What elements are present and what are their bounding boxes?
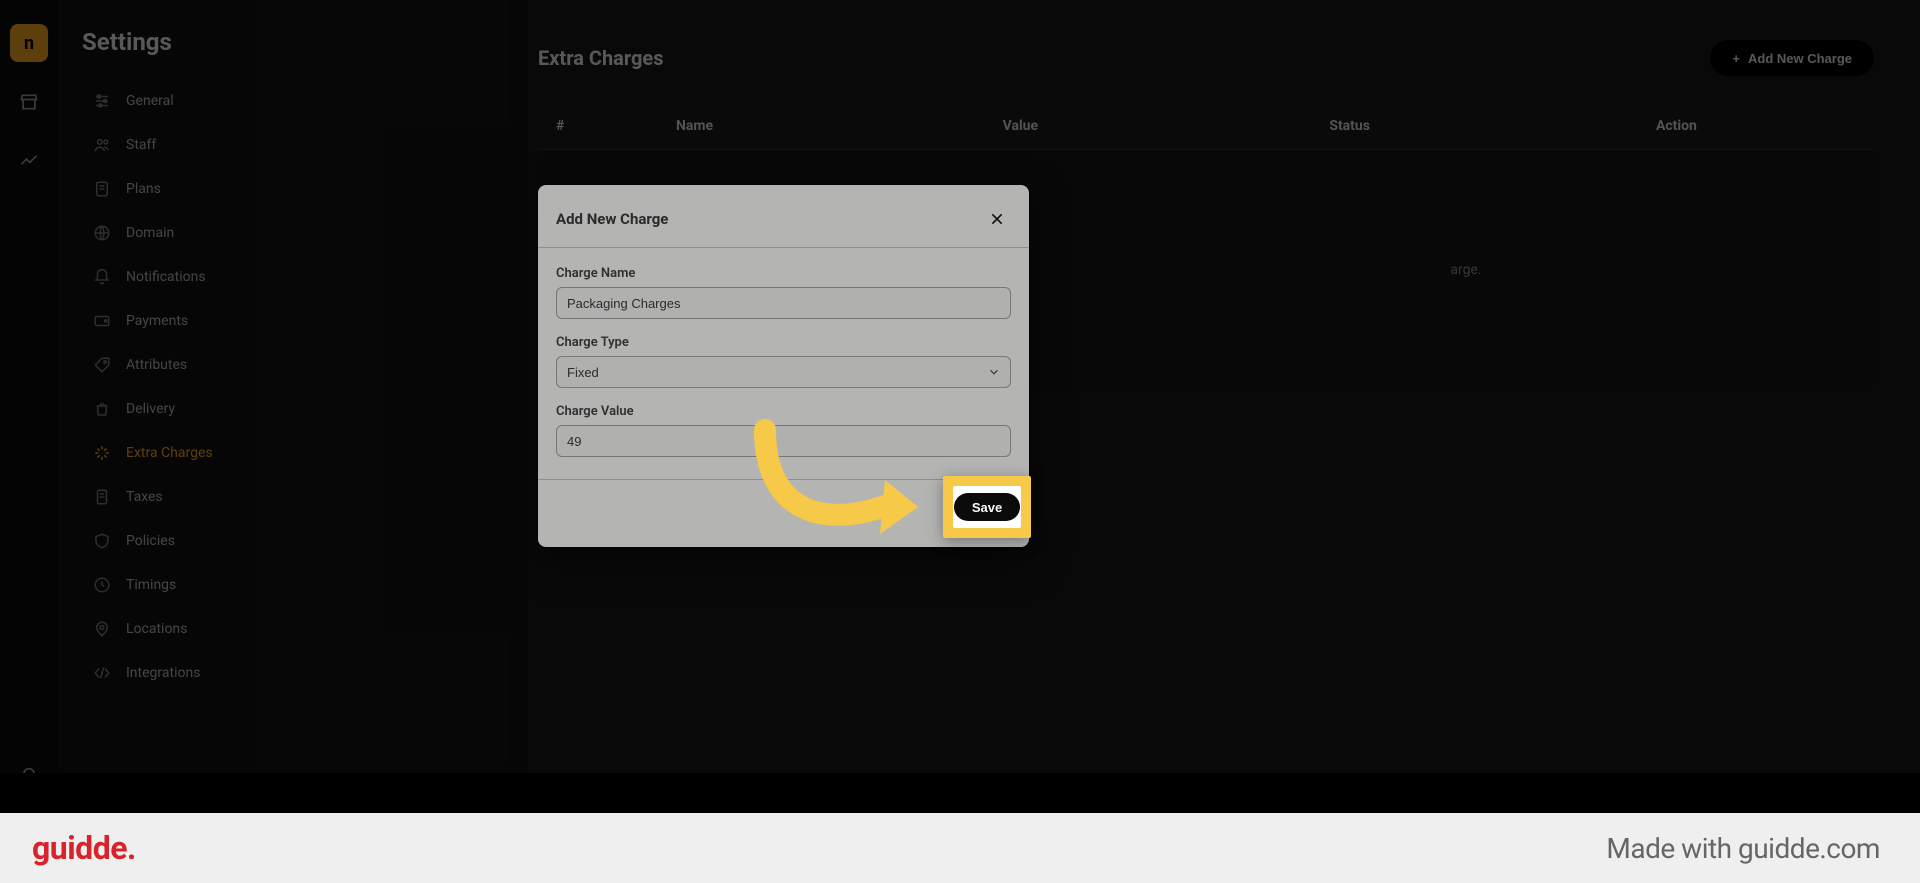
modal-header: Add New Charge (538, 185, 1029, 248)
charge-name-input[interactable] (556, 287, 1011, 319)
field-charge-name: Charge Name (556, 266, 1011, 319)
branding-bar: guidde. Made with guidde.com (0, 813, 1920, 883)
guidde-tagline: Made with guidde.com (1606, 832, 1880, 865)
guidde-logo: guidde. (32, 829, 136, 867)
charge-name-label: Charge Name (556, 266, 1011, 281)
highlight-inner: Save (953, 486, 1021, 528)
bottom-black-strip (0, 773, 1920, 813)
charge-type-value[interactable] (556, 356, 1011, 388)
field-charge-type: Charge Type (556, 335, 1011, 388)
save-button[interactable]: Save (954, 493, 1020, 521)
charge-type-label: Charge Type (556, 335, 1011, 350)
tutorial-arrow (740, 410, 940, 570)
modal-title: Add New Charge (556, 210, 668, 228)
modal-close-button[interactable] (985, 207, 1009, 231)
charge-type-select[interactable] (556, 356, 1011, 388)
tutorial-highlight-box: Save (943, 476, 1031, 538)
close-icon (989, 211, 1005, 227)
